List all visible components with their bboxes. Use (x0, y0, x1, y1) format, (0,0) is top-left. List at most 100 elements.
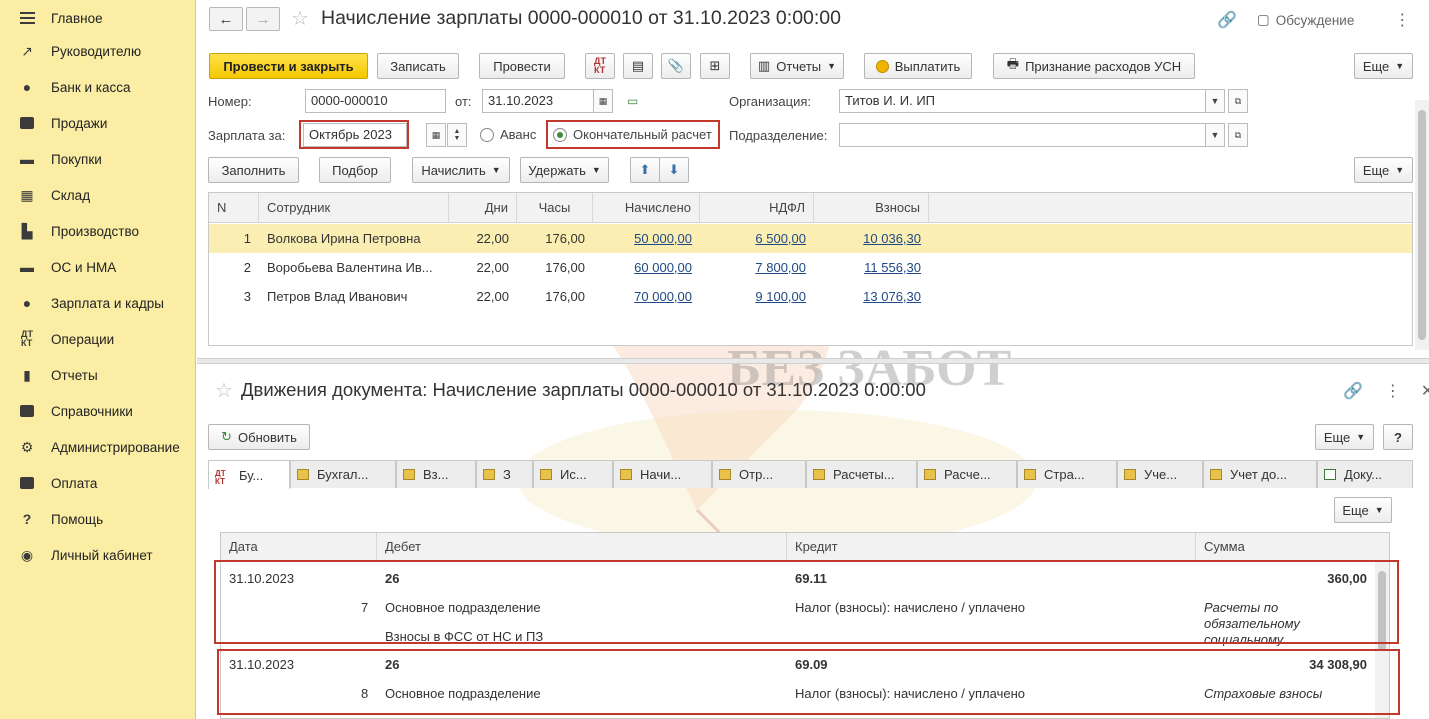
table-more-button[interactable]: Еще ▼ (1354, 157, 1413, 183)
tab-is[interactable]: Ис... (533, 460, 613, 488)
column-header[interactable]: Сумма (1196, 533, 1389, 561)
close-icon[interactable]: ✕ (1421, 381, 1429, 401)
table-row[interactable]: 3 Петров Влад Иванович 22,00 176,00 70 0… (209, 282, 1412, 311)
sidebar-item-salary[interactable]: ● Зарплата и кадры (0, 285, 196, 321)
date-field[interactable]: 31.10.2023 (482, 89, 594, 113)
column-header[interactable]: Дебет (377, 533, 787, 561)
period-spinner[interactable]: ▲ ▼ (447, 123, 467, 147)
sidebar-item-help[interactable]: ? Помощь (0, 501, 196, 537)
history-icon[interactable]: ▭ (627, 94, 638, 108)
favorite-star-icon[interactable]: ☆ (215, 378, 233, 403)
sidebar-item-catalogs[interactable]: Справочники (0, 393, 196, 429)
organization-field[interactable]: Титов И. И. ИП (839, 89, 1206, 113)
cell-ndfl-link[interactable]: 9 100,00 (755, 289, 806, 304)
tab-contributions[interactable]: Вз... (396, 460, 476, 488)
tab-settlements-2[interactable]: Расче... (917, 460, 1017, 488)
tab-accounting-short[interactable]: ДТ КТ Бу... (208, 460, 290, 489)
usn-expenses-button[interactable]: 🖶 Признание расходов УСН (993, 53, 1195, 79)
sidebar-item-admin[interactable]: ⚙ Администрирование (0, 429, 196, 465)
organization-dropdown[interactable]: ▼ (1205, 89, 1225, 113)
period-calendar-button[interactable]: ▦ (426, 123, 446, 147)
calendar-button[interactable]: ▦ (593, 89, 613, 113)
tab-otr[interactable]: Отр... (712, 460, 806, 488)
sidebar-item-reports[interactable]: ▮ Отчеты (0, 357, 196, 393)
tab-income-accounting[interactable]: Учет до... (1203, 460, 1317, 488)
sidebar-item-bank[interactable]: ● Банк и касса (0, 69, 196, 105)
column-header[interactable]: НДФЛ (700, 193, 814, 223)
sidebar-item-production[interactable]: ▙ Производство (0, 213, 196, 249)
fill-button[interactable]: Заполнить (208, 157, 299, 183)
column-header[interactable]: Кредит (787, 533, 1196, 561)
scrollbar-thumb[interactable] (1418, 110, 1426, 340)
final-payment-radio[interactable] (553, 128, 567, 142)
withhold-dropdown[interactable]: Удержать ▼ (520, 157, 609, 183)
favorite-star-icon[interactable]: ☆ (291, 6, 309, 31)
tab-accounting[interactable]: Бухгал... (290, 460, 396, 488)
dt-kt-button[interactable]: ДТ КТ (585, 53, 615, 79)
sidebar-item-sales[interactable]: Продажи (0, 105, 196, 141)
table-row[interactable]: 2 Воробьева Валентина Ив... 22,00 176,00… (209, 253, 1412, 282)
column-header[interactable]: Начислено (593, 193, 700, 223)
save-button[interactable]: Записать (377, 53, 459, 79)
pay-button[interactable]: Выплатить (864, 53, 972, 79)
cell-accrued-link[interactable]: 60 000,00 (634, 260, 692, 275)
cell-ndfl-link[interactable]: 7 800,00 (755, 260, 806, 275)
sidebar-item-assets[interactable]: ▬ ОС и НМА (0, 249, 196, 285)
sidebar-item-payment[interactable]: Оплата (0, 465, 196, 501)
move-down-button[interactable]: ⬇ (659, 157, 689, 183)
forward-button[interactable]: → (246, 7, 280, 31)
link-icon[interactable]: 🔗 (1343, 381, 1363, 401)
cell-contrib-link[interactable]: 11 556,30 (864, 260, 921, 275)
column-header[interactable]: Часы (517, 193, 593, 223)
column-header[interactable]: Сотрудник (259, 193, 449, 223)
more-button[interactable]: Еще ▼ (1354, 53, 1413, 79)
reports-dropdown[interactable]: ▥ Отчеты ▼ (750, 53, 844, 79)
sidebar-item-main[interactable]: Главное (0, 0, 196, 36)
sidebar-item-warehouse[interactable]: ▦ Склад (0, 177, 196, 213)
column-header[interactable]: N (209, 193, 259, 223)
vertical-scrollbar[interactable] (1415, 100, 1429, 350)
column-header[interactable]: Дата (221, 533, 377, 561)
help-button[interactable]: ? (1383, 424, 1413, 450)
cell-contrib-link[interactable]: 13 076,30 (863, 289, 921, 304)
tab-settlements[interactable]: Расчеты... (806, 460, 917, 488)
sidebar-item-manager[interactable]: ↗ Руководителю (0, 33, 196, 69)
organization-open-button[interactable]: ⧉ (1228, 89, 1248, 113)
move-up-button[interactable]: ⬆ (630, 157, 660, 183)
advance-radio[interactable] (480, 128, 494, 142)
sidebar-item-purchases[interactable]: ▬ Покупки (0, 141, 196, 177)
discussion-button[interactable]: Обсуждение (1276, 13, 1355, 28)
cell-contrib-link[interactable]: 10 036,30 (863, 231, 921, 246)
attach-button[interactable]: 📎 (661, 53, 691, 79)
department-dropdown[interactable]: ▼ (1205, 123, 1225, 147)
cell-accrued-link[interactable]: 70 000,00 (634, 289, 692, 304)
sidebar-item-account[interactable]: ◉ Личный кабинет (0, 537, 196, 573)
back-button[interactable]: ← (209, 7, 243, 31)
post-and-close-button[interactable]: Провести и закрыть (209, 53, 368, 79)
sidebar-item-operations[interactable]: ДТ КТ Операции (0, 321, 196, 357)
post-button[interactable]: Провести (479, 53, 565, 79)
column-header[interactable]: Дни (449, 193, 517, 223)
department-open-button[interactable]: ⧉ (1228, 123, 1248, 147)
number-field[interactable]: 0000-000010 (305, 89, 446, 113)
more-vert-icon[interactable]: ⋮ (1394, 10, 1410, 30)
panel-splitter[interactable] (197, 358, 1429, 364)
tab-insurance[interactable]: Стра... (1017, 460, 1117, 488)
structure-button[interactable]: ⊞ (700, 53, 730, 79)
movements-more-button[interactable]: Еще ▼ (1315, 424, 1374, 450)
link-icon[interactable]: 🔗 (1217, 10, 1237, 30)
tab-accruals[interactable]: Начи... (613, 460, 712, 488)
department-field[interactable] (839, 123, 1206, 147)
cell-accrued-link[interactable]: 50 000,00 (634, 231, 692, 246)
tab-accounting-uche[interactable]: Уче... (1117, 460, 1203, 488)
refresh-button[interactable]: ↻ Обновить (208, 424, 310, 450)
list-button[interactable]: ▤ (623, 53, 653, 79)
tab-documents[interactable]: Доку... (1317, 460, 1413, 488)
table-row[interactable]: 1 Волкова Ирина Петровна 22,00 176,00 50… (209, 224, 1412, 253)
accrue-dropdown[interactable]: Начислить ▼ (412, 157, 510, 183)
tab-z[interactable]: З (476, 460, 533, 488)
more-vert-icon[interactable]: ⋮ (1385, 381, 1401, 401)
select-button[interactable]: Подбор (319, 157, 391, 183)
column-header[interactable]: Взносы (814, 193, 929, 223)
entries-more-button[interactable]: Еще ▼ (1334, 497, 1392, 523)
